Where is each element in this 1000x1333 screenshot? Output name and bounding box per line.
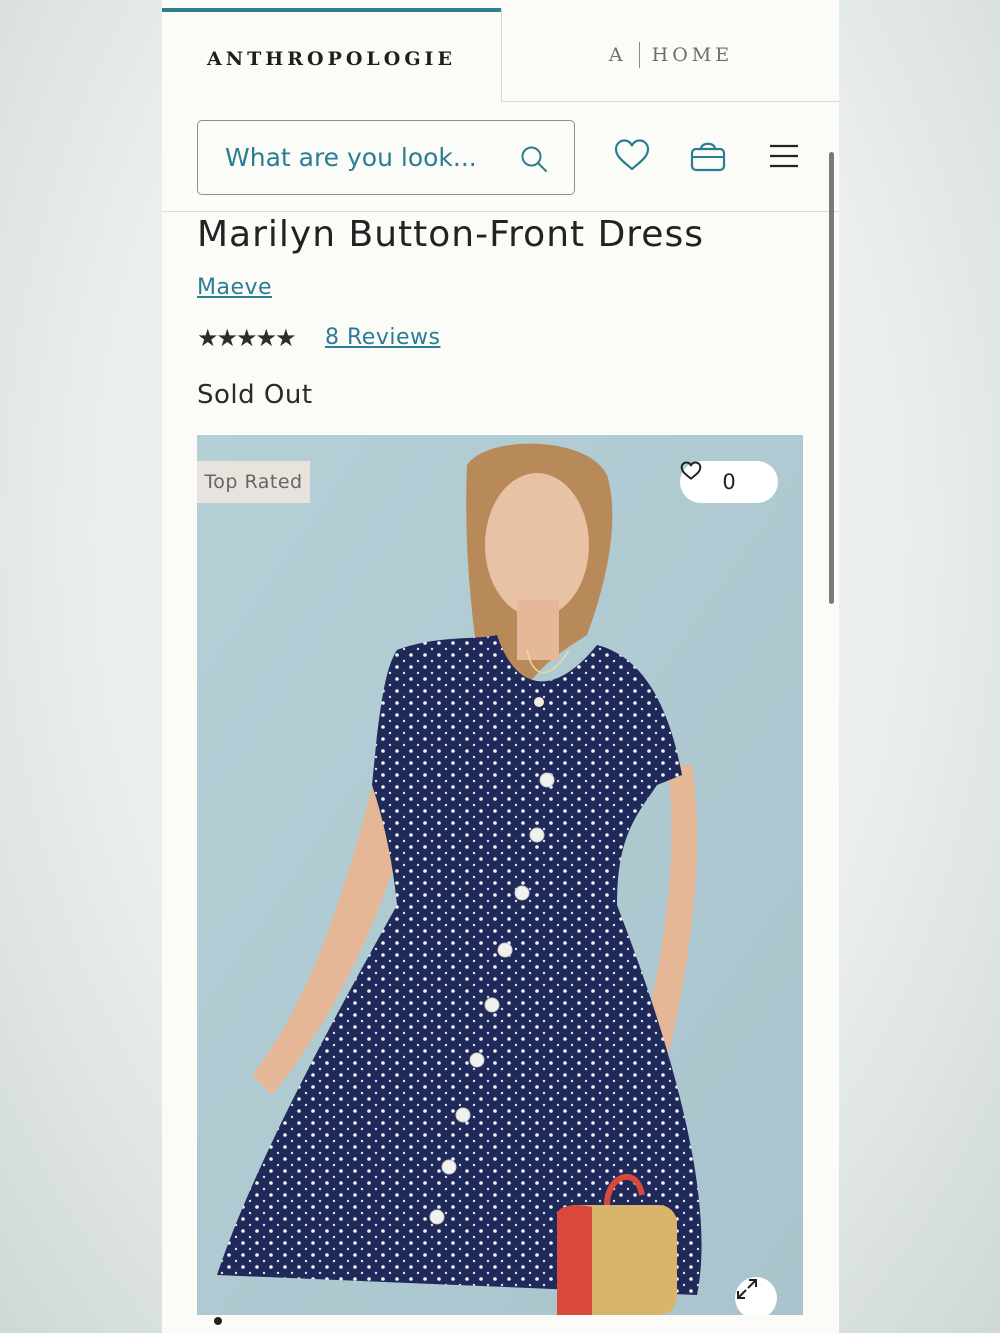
scrollbar[interactable] [829, 152, 834, 604]
tab-anthropologie-label: ANTHROPOLOGIE [207, 47, 456, 70]
page: ANTHROPOLOGIE A HOME Marilyn Button-Fron… [162, 0, 839, 1333]
reviews-link[interactable]: 8 Reviews [325, 325, 440, 350]
product-title: Marilyn Button-Front Dress [197, 214, 704, 255]
hamburger-menu-icon[interactable] [764, 136, 804, 176]
header-divider [162, 211, 839, 212]
tab-anthropologie[interactable]: ANTHROPOLOGIE [162, 8, 501, 105]
tab-home-prefix: A [608, 43, 627, 66]
brand-link[interactable]: Maeve [197, 275, 272, 300]
carousel-dot-active[interactable] [214, 1317, 222, 1325]
availability-status: Sold Out [197, 380, 313, 410]
search-icon[interactable] [520, 145, 548, 173]
tab-home-label: HOME [651, 43, 734, 66]
expand-icon [737, 1279, 757, 1299]
search-input[interactable] [225, 143, 515, 172]
tab-a-home[interactable]: A HOME [501, 8, 839, 102]
favorite-count: 0 [722, 470, 736, 494]
shopping-bag-icon[interactable] [688, 136, 728, 176]
product-image[interactable]: Top Rated 0 [197, 435, 803, 1315]
heart-icon [680, 461, 702, 480]
rating-stars: ★★★★★ [197, 324, 297, 352]
heart-icon[interactable] [612, 136, 652, 176]
product-photo [197, 435, 803, 1315]
tab-separator [638, 41, 640, 68]
top-rated-badge: Top Rated [197, 461, 310, 503]
expand-image-button[interactable] [735, 1277, 777, 1315]
search-box[interactable] [197, 120, 575, 195]
favorite-count-button[interactable]: 0 [680, 461, 778, 503]
